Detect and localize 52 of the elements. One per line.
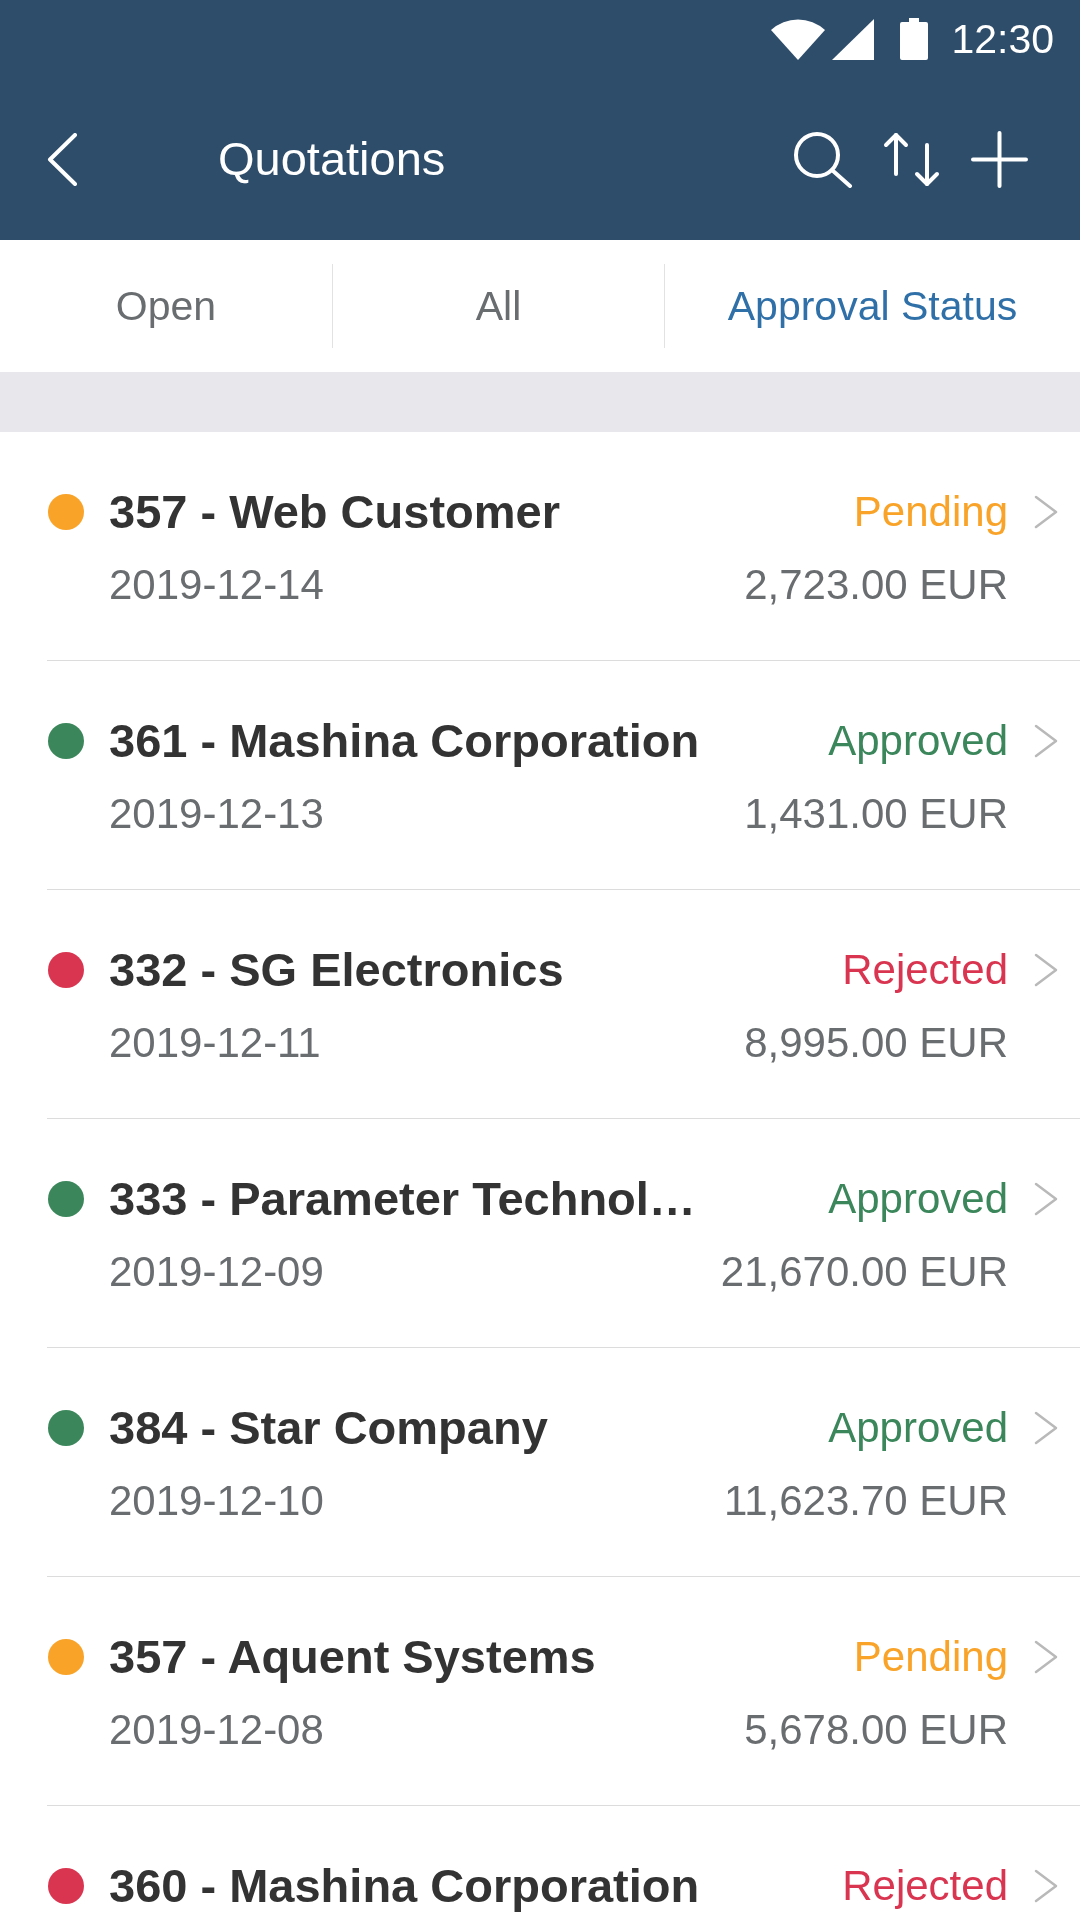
approval-status: Approved [828,1174,1008,1224]
battery-icon [900,18,929,60]
quotation-list-item[interactable]: 360 - Mashina Corporation Rejected [47,1806,1080,1920]
quotation-amount: 11,623.70 EUR [723,1476,1008,1526]
chevron-icon [1034,724,1058,758]
search-icon[interactable] [792,130,853,188]
filter-tab[interactable]: All [333,240,664,372]
clock-time: 12:30 [951,15,1054,63]
quotation-date: 2019-12-09 [109,1247,324,1297]
back-icon[interactable] [47,132,77,186]
quotation-date: 2019-12-13 [109,789,324,839]
quotation-title: 360 - Mashina Corporation [109,1858,700,1914]
approval-status: Pending [853,1632,1008,1682]
quotation-title: 384 - Star Company [109,1400,548,1456]
chevron-icon [1034,953,1058,987]
quotation-amount: 2,723.00 EUR [744,560,1008,610]
quotation-amount: 8,995.00 EUR [744,1018,1008,1068]
quotation-date: 2019-12-10 [109,1476,324,1526]
quotation-title: 361 - Mashina Corporation [109,713,700,769]
approval-status: Pending [853,487,1008,537]
approval-status: Approved [828,1403,1008,1453]
approval-status: Rejected [842,1861,1008,1911]
quotation-list-item[interactable]: 332 - SG Electronics Rejected 2019-12-11 8,995.00 EUR [47,890,1080,1119]
filter-tab[interactable]: Approval Status [665,240,1080,372]
signal-icon [832,18,875,60]
quotation-amount: 21,670.00 EUR [720,1247,1008,1297]
quotation-list-item[interactable]: 333 - Parameter Technol… Approved 2019-12-09 21,670.00 EUR [47,1119,1080,1348]
quotation-title: 357 - Web Customer [109,484,560,540]
sort-icon[interactable] [881,131,942,187]
chevron-icon [1034,1411,1058,1445]
quotation-list-item[interactable]: 384 - Star Company Approved 2019-12-10 11,623.70 EUR [47,1348,1080,1577]
chevron-icon [1034,495,1058,529]
quotation-amount: 5,678.00 EUR [744,1705,1008,1755]
chevron-icon [1034,1869,1058,1903]
chevron-icon [1034,1182,1058,1216]
quotation-title: 332 - SG Electronics [109,942,564,998]
quotation-date: 2019-12-08 [109,1705,324,1755]
filter-tab[interactable]: Open [0,240,332,372]
quotation-amount: 1,431.00 EUR [744,789,1008,839]
quotation-list-item[interactable]: 361 - Mashina Corporation Approved 2019-12-13 1,431.00 EUR [47,661,1080,890]
quotation-title: 357 - Aquent Systems [109,1629,596,1685]
quotation-date: 2019-12-11 [109,1018,321,1068]
approval-status: Rejected [842,945,1008,995]
quotation-title: 333 - Parameter Technol… [109,1171,696,1227]
quotation-date: 2019-12-14 [109,560,324,610]
add-icon[interactable] [971,130,1028,188]
quotation-list-item[interactable]: 357 - Web Customer Pending 2019-12-14 2,723.00 EUR [47,432,1080,661]
quotation-list-item[interactable]: 357 - Aquent Systems Pending 2019-12-08 5,678.00 EUR [47,1577,1080,1806]
page-title: Quotations [218,131,447,187]
approval-status: Approved [828,716,1008,766]
wifi-icon [771,18,826,60]
chevron-icon [1034,1640,1058,1674]
